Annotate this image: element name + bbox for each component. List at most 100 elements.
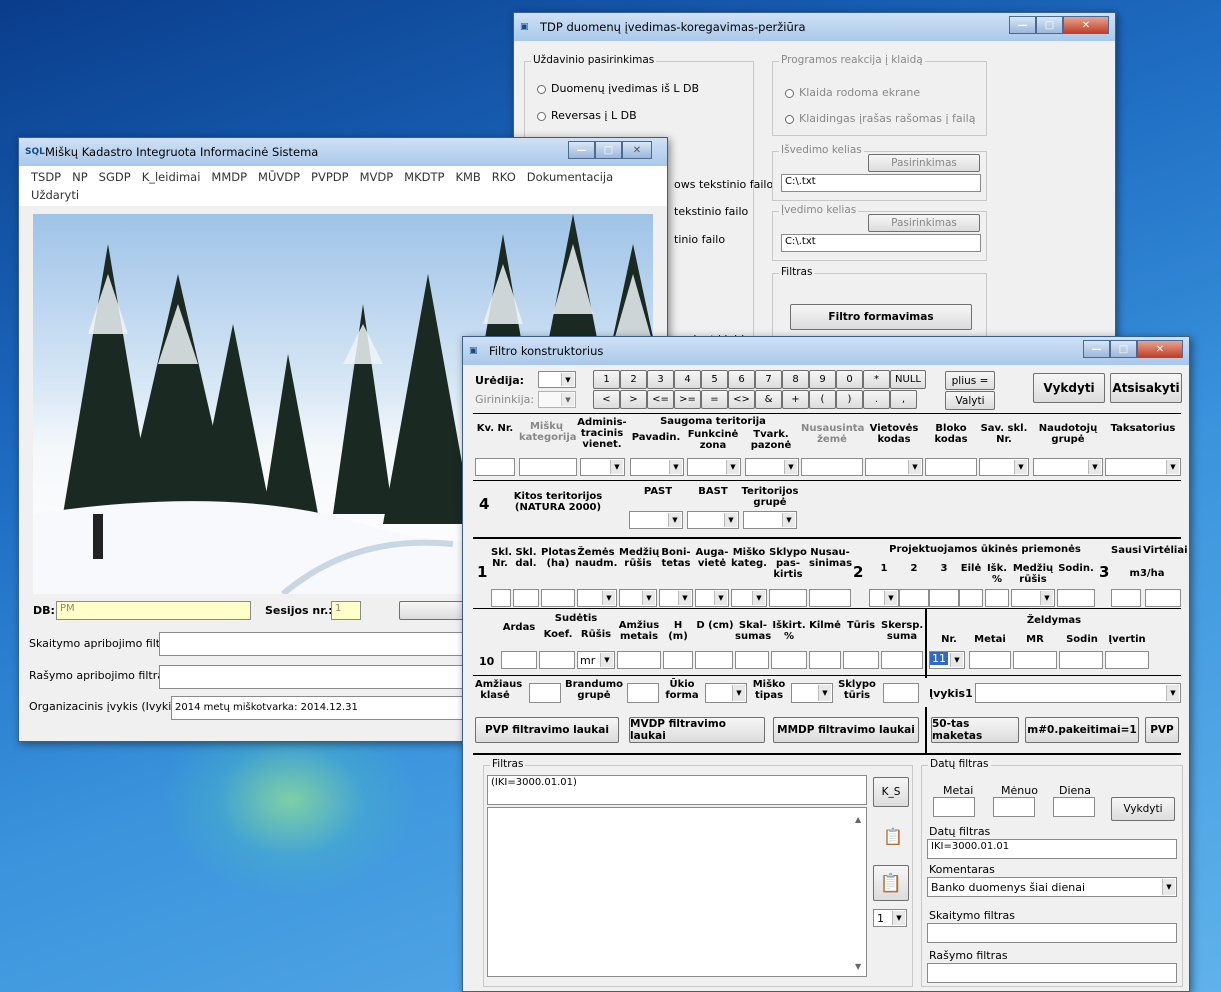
write-filter-field[interactable] bbox=[159, 665, 469, 689]
funk-dropdown[interactable] bbox=[687, 458, 741, 476]
radio-screen[interactable]: Klaida rodoma ekrane bbox=[785, 86, 920, 99]
radio-load[interactable]: Duomenų įvedimas iš L DB bbox=[537, 82, 699, 95]
grid-cell[interactable] bbox=[969, 651, 1011, 669]
pakeitimai-button[interactable]: m#0.pakeitimai=1 bbox=[1025, 717, 1139, 743]
vykdyti-button[interactable]: Vykdyti bbox=[1033, 373, 1105, 403]
amzk-field[interactable] bbox=[529, 683, 561, 703]
pvp-filter-button[interactable]: PVP filtravimo laukai bbox=[475, 717, 619, 743]
key-button[interactable]: 5 bbox=[701, 370, 728, 389]
viet-dropdown[interactable] bbox=[865, 458, 923, 476]
month-field[interactable] bbox=[993, 797, 1035, 817]
atsisakyti-button[interactable]: Atsisakyti bbox=[1110, 373, 1182, 403]
maximize-button[interactable]: □ bbox=[1036, 16, 1063, 34]
menu-item[interactable]: MKDTP bbox=[404, 170, 444, 184]
sav-dropdown[interactable] bbox=[979, 458, 1029, 476]
clipboard-icon[interactable]: 📋 bbox=[873, 865, 909, 901]
brand-field[interactable] bbox=[627, 683, 659, 703]
grid-cell[interactable] bbox=[491, 589, 511, 607]
key-button[interactable]: . bbox=[863, 390, 890, 409]
minimize-button[interactable]: — bbox=[1009, 16, 1036, 34]
grid-cell[interactable] bbox=[899, 589, 929, 607]
grid-dropdown[interactable] bbox=[659, 589, 693, 607]
grid-cell[interactable] bbox=[1111, 589, 1141, 607]
blok-field[interactable] bbox=[925, 458, 977, 476]
grid-dropdown[interactable] bbox=[869, 589, 899, 607]
menu-item[interactable]: TSDP bbox=[31, 170, 61, 184]
pvp-button[interactable]: PVP bbox=[1145, 717, 1179, 743]
key-button[interactable]: > bbox=[620, 390, 647, 409]
key-button[interactable]: <> bbox=[728, 390, 755, 409]
nus-field[interactable] bbox=[801, 458, 863, 476]
rusis-dropdown[interactable]: mr bbox=[577, 651, 615, 669]
read-filter-field[interactable] bbox=[927, 923, 1177, 943]
menu-item[interactable]: PVPDP bbox=[311, 170, 349, 184]
filter-form-button[interactable]: Filtro formavimas bbox=[790, 304, 972, 330]
grid-dropdown[interactable] bbox=[619, 589, 657, 607]
menu-item[interactable]: KMB bbox=[455, 170, 480, 184]
menu-item[interactable]: K_leidimai bbox=[142, 170, 201, 184]
menu-item[interactable]: MMDP bbox=[211, 170, 247, 184]
menu-item[interactable]: SGDP bbox=[99, 170, 131, 184]
grid-cell[interactable] bbox=[771, 651, 807, 669]
zeld-nr-dropdown[interactable]: 11 bbox=[929, 651, 965, 669]
kv-field[interactable] bbox=[475, 458, 515, 476]
grid-cell[interactable] bbox=[809, 589, 851, 607]
grid-cell[interactable] bbox=[959, 589, 983, 607]
ivykis-dropdown[interactable] bbox=[975, 683, 1181, 703]
key-button[interactable]: + bbox=[782, 390, 809, 409]
session-field[interactable]: 1 bbox=[331, 601, 361, 620]
menu-close[interactable]: Uždaryti bbox=[31, 188, 79, 202]
tvark-dropdown[interactable] bbox=[745, 458, 799, 476]
adm-dropdown[interactable] bbox=[580, 458, 625, 476]
year-field[interactable] bbox=[933, 797, 975, 817]
menu-item[interactable]: Dokumentacija bbox=[527, 170, 613, 184]
grid-cell[interactable] bbox=[881, 651, 923, 669]
tax-dropdown[interactable] bbox=[1105, 458, 1181, 476]
grid-cell[interactable] bbox=[1059, 651, 1103, 669]
mkiis-titlebar[interactable]: SQL Miškų Kadastro Integruota Informacinė… bbox=[19, 138, 667, 166]
input-pick-button[interactable]: Pasirinkimas bbox=[868, 214, 980, 232]
mvdp-filter-button[interactable]: MVDP filtravimo laukai bbox=[629, 717, 765, 743]
key-button[interactable]: 2 bbox=[620, 370, 647, 389]
menu-item[interactable]: MVDP bbox=[360, 170, 394, 184]
plius-button[interactable]: plius = bbox=[945, 371, 995, 390]
paste-icon[interactable]: 📋 bbox=[883, 827, 903, 846]
key-button[interactable]: >= bbox=[674, 390, 701, 409]
naud-dropdown[interactable] bbox=[1033, 458, 1103, 476]
minimize-button[interactable]: — bbox=[568, 141, 595, 159]
filter-text-area[interactable] bbox=[487, 807, 867, 977]
key-button[interactable]: 7 bbox=[755, 370, 782, 389]
uredija-dropdown[interactable] bbox=[538, 371, 576, 388]
grid-cell[interactable] bbox=[769, 589, 807, 607]
day-field[interactable] bbox=[1053, 797, 1095, 817]
radio-file[interactable]: Klaidingas įrašas rašomas į failą bbox=[785, 112, 975, 125]
grid-cell[interactable] bbox=[1057, 589, 1095, 607]
key-button[interactable]: & bbox=[755, 390, 782, 409]
key-button[interactable]: NULL bbox=[890, 370, 926, 389]
ks-button[interactable]: K_S bbox=[873, 777, 909, 807]
date-vykdyti-button[interactable]: Vykdyti bbox=[1111, 797, 1175, 821]
close-button[interactable]: ✕ bbox=[1063, 16, 1109, 34]
grid-cell[interactable] bbox=[843, 651, 879, 669]
grid-cell[interactable] bbox=[735, 651, 769, 669]
input-path-field[interactable]: C:\.txt bbox=[781, 234, 981, 252]
radio-reverse[interactable]: Reversas į L DB bbox=[537, 109, 637, 122]
key-button[interactable]: <= bbox=[647, 390, 674, 409]
db-field[interactable]: PM bbox=[56, 601, 251, 620]
minimize-button[interactable]: — bbox=[1083, 340, 1110, 358]
scroll-up-icon[interactable]: ▲ bbox=[855, 815, 861, 824]
write-filter-field[interactable] bbox=[927, 963, 1177, 983]
grid-dropdown[interactable] bbox=[731, 589, 767, 607]
read-filter-field[interactable] bbox=[159, 632, 469, 656]
bast-dropdown[interactable] bbox=[687, 511, 739, 529]
maketas-button[interactable]: 50-tas maketas bbox=[931, 717, 1019, 743]
output-pick-button[interactable]: Pasirinkimas bbox=[868, 154, 980, 172]
key-button[interactable]: 3 bbox=[647, 370, 674, 389]
grid-cell[interactable] bbox=[695, 651, 733, 669]
sklt-field[interactable] bbox=[883, 683, 919, 703]
mk-field[interactable] bbox=[519, 458, 577, 476]
past-dropdown[interactable] bbox=[629, 511, 683, 529]
date-filter-field[interactable]: IKI=3000.01.01 bbox=[927, 839, 1177, 859]
key-button[interactable]: < bbox=[593, 390, 620, 409]
grid-cell[interactable] bbox=[501, 651, 537, 669]
